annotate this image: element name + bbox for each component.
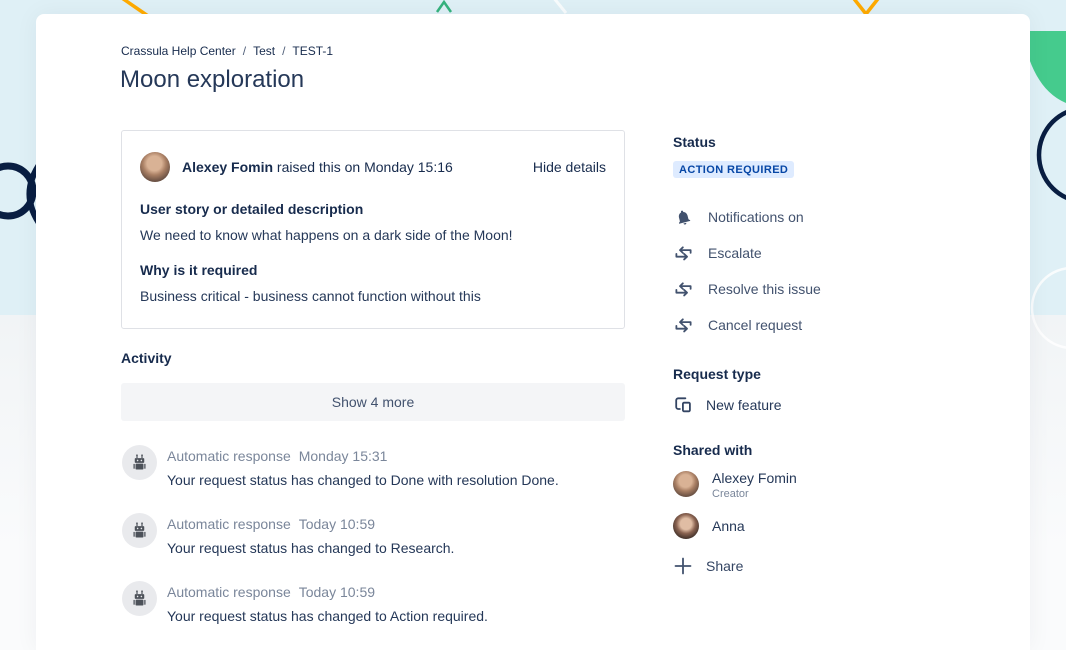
activity-message: Your request status has changed to Done … [167,472,559,488]
request-details-header: Alexey Fomin raised this on Monday 15:16… [140,152,606,182]
robot-icon [130,521,149,540]
person-avatar [673,513,699,539]
person-name: Anna [712,513,745,539]
activity-item: Automatic response Monday 15:31 Your requ… [122,445,632,488]
activity-heading: Activity [121,350,172,366]
request-type-heading: Request type [673,366,973,382]
cancel-request-label: Cancel request [708,317,802,333]
hide-details-link[interactable]: Hide details [533,159,606,175]
white-ring-right-decoration [1032,268,1066,348]
share-button[interactable]: Share [673,556,973,576]
raised-text: Alexey Fomin raised this on Monday 15:16 [182,159,453,175]
shared-with-heading: Shared with [673,442,973,458]
request-type-row: New feature [673,395,973,415]
status-badge: ACTION REQUIRED [673,161,794,178]
activity-author: Automatic response [167,584,291,600]
show-more-button[interactable]: Show 4 more [121,383,625,421]
automation-avatar [122,445,157,480]
breadcrumb: Crassula Help Center / Test / TEST-1 [121,44,333,58]
automation-avatar [122,513,157,548]
activity-item-body: Automatic response Monday 15:31 Your requ… [167,445,559,488]
request-sidebar: Status ACTION REQUIRED Notifications on … [673,134,973,576]
activity-message: Your request status has changed to Actio… [167,608,488,624]
activity-author: Automatic response [167,448,291,464]
plus-icon [673,556,693,576]
breadcrumb-separator: / [243,44,246,58]
person-info: Alexey Fomin Creator [712,471,797,500]
activity-author: Automatic response [167,516,291,532]
activity-item: Automatic response Today 10:59 Your reque… [122,513,632,556]
new-feature-icon [673,395,693,415]
black-ring-right-decoration [1039,108,1066,202]
activity-timestamp: Today 10:59 [299,516,375,532]
breadcrumb-issue-link[interactable]: TEST-1 [292,44,333,58]
activity-item: Automatic response Today 10:59 Your reque… [122,581,632,624]
person-info: Anna [712,513,745,539]
request-details-card: Alexey Fomin raised this on Monday 15:16… [121,130,625,329]
reporter-avatar [140,152,170,182]
field-label-why-required: Why is it required [140,262,606,278]
activity-item-body: Automatic response Today 10:59 Your reque… [167,581,488,624]
activity-item-meta: Automatic response Monday 15:31 [167,448,559,464]
person-name: Alexey Fomin [712,471,797,486]
transition-icon [673,317,693,334]
breadcrumb-separator: / [282,44,285,58]
resolve-issue-action[interactable]: Resolve this issue [673,279,973,299]
bell-icon [673,209,693,226]
request-type-value: New feature [706,397,781,413]
person-role: Creator [712,488,797,500]
activity-item-meta: Automatic response Today 10:59 [167,516,454,532]
cancel-request-action[interactable]: Cancel request [673,315,973,335]
person-avatar [673,471,699,497]
activity-message: Your request status has changed to Resea… [167,540,454,556]
reporter-name: Alexey Fomin [182,159,273,175]
resolve-issue-label: Resolve this issue [708,281,821,297]
share-label: Share [706,558,743,574]
robot-icon [130,589,149,608]
notifications-toggle[interactable]: Notifications on [673,207,973,227]
notifications-label: Notifications on [708,209,804,225]
transition-icon [673,245,693,262]
activity-item-body: Automatic response Today 10:59 Your reque… [167,513,454,556]
white-line-decoration [553,0,566,13]
raised-on-text: raised this on Monday 15:16 [273,159,453,175]
escalate-action[interactable]: Escalate [673,243,973,263]
breadcrumb-project-link[interactable]: Test [253,44,275,58]
action-list: Notifications on Escalate Resolve this i… [673,207,973,335]
orange-vee-decoration [851,0,881,14]
status-heading: Status [673,134,973,150]
escalate-label: Escalate [708,245,762,261]
activity-timestamp: Monday 15:31 [299,448,388,464]
activity-timestamp: Today 10:59 [299,584,375,600]
page-title: Moon exploration [120,66,304,94]
main-panel: Crassula Help Center / Test / TEST-1 Moon ex… [36,14,1030,650]
description-section: User story or detailed description We ne… [140,201,606,304]
transition-icon [673,281,693,298]
shared-person-row: Anna [673,513,973,539]
activity-item-meta: Automatic response Today 10:59 [167,584,488,600]
green-caret-decoration [437,2,451,12]
automation-avatar [122,581,157,616]
shared-person-row: Alexey Fomin Creator [673,471,973,500]
robot-icon [130,453,149,472]
field-value-why-required: Business critical - business cannot func… [140,288,606,304]
breadcrumb-help-center-link[interactable]: Crassula Help Center [121,44,236,58]
field-value-user-story: We need to know what happens on a dark s… [140,227,606,243]
field-label-user-story: User story or detailed description [140,201,606,217]
